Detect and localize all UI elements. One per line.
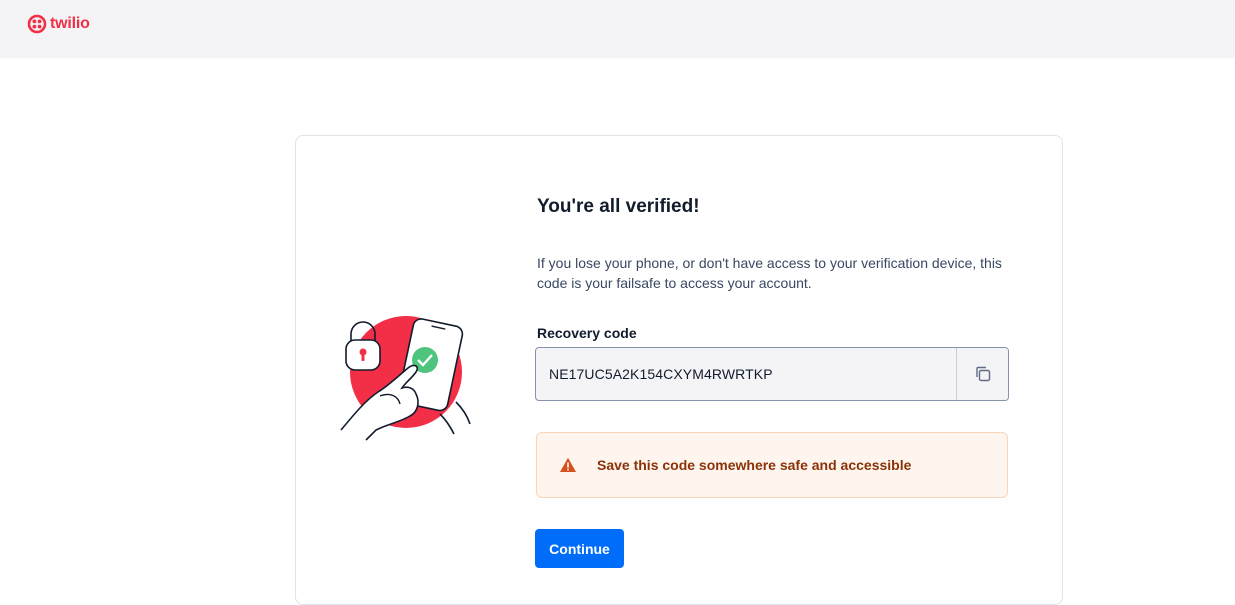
copy-code-button[interactable] bbox=[956, 348, 1008, 400]
recovery-code-value[interactable]: NE17UC5A2K154CXYM4RWRTKP bbox=[536, 348, 956, 400]
warning-text: Save this code somewhere safe and access… bbox=[597, 457, 912, 473]
phone-verified-illustration bbox=[340, 316, 471, 441]
recovery-description: If you lose your phone, or don't have ac… bbox=[537, 255, 1002, 291]
copy-icon bbox=[975, 366, 990, 382]
page-title: You're all verified! bbox=[537, 196, 700, 217]
warning-callout: Save this code somewhere safe and access… bbox=[536, 432, 1008, 498]
verification-card: You're all verified! If you lose your ph… bbox=[295, 135, 1063, 605]
top-bar: twilio bbox=[0, 0, 1235, 58]
warning-icon bbox=[559, 456, 577, 474]
brand-name: twilio bbox=[50, 15, 90, 32]
recovery-code-label: Recovery code bbox=[537, 325, 637, 341]
twilio-logo-link[interactable]: twilio bbox=[27, 13, 90, 35]
recovery-code-field: NE17UC5A2K154CXYM4RWRTKP bbox=[535, 347, 1009, 401]
twilio-logo-icon bbox=[27, 14, 47, 34]
continue-button[interactable]: Continue bbox=[535, 529, 624, 568]
